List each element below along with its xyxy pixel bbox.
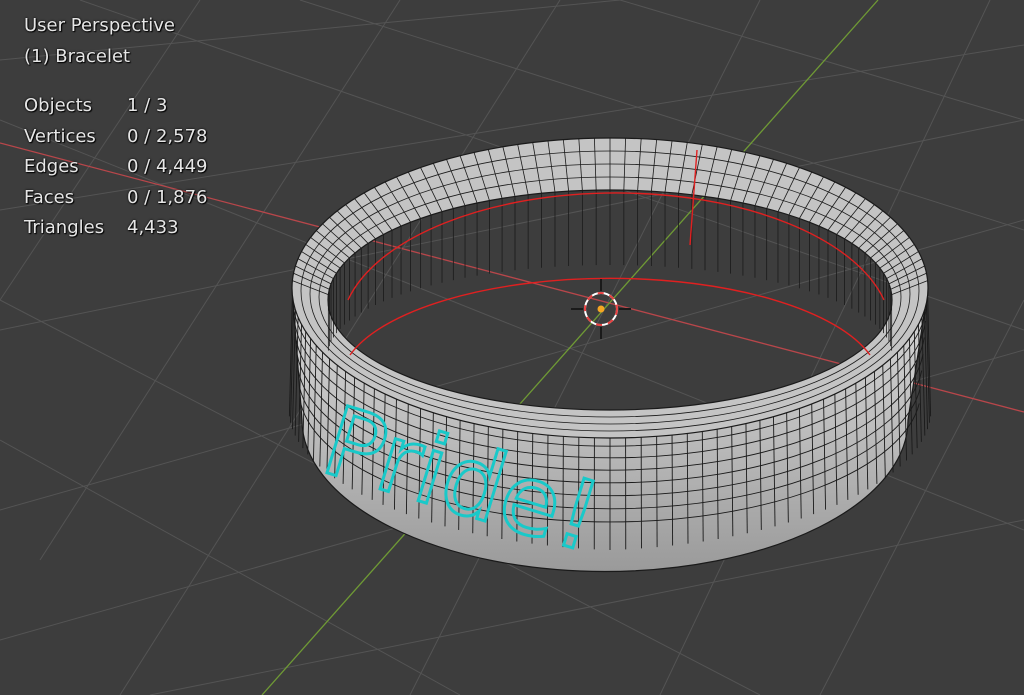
stat-value: 0 / 4,449 [127, 156, 208, 177]
grid-line [409, 0, 761, 695]
stat-row-vertices: Vertices 0 / 2,578 [24, 125, 208, 159]
statistics-overlay: Objects 1 / 3 Vertices 0 / 2,578 Edges 0… [24, 97, 208, 250]
stat-label: Triangles [24, 217, 105, 238]
stat-row-objects: Objects 1 / 3 [24, 97, 208, 128]
grid-line [659, 0, 991, 695]
seam-edge [349, 277, 871, 356]
stat-label: Vertices [24, 125, 96, 147]
stat-value: 1 / 3 [127, 95, 168, 116]
stat-label: Objects [24, 95, 93, 116]
perspective-label: User Perspective [24, 15, 175, 36]
stat-value: 4,433 [127, 217, 179, 238]
stat-value: 0 / 1,876 [127, 186, 208, 208]
stat-label: Faces [24, 186, 75, 208]
active-object-label: (1) Bracelet [24, 46, 131, 67]
stat-label: Edges [24, 156, 79, 177]
wire-edge [671, 435, 674, 546]
grid-line [619, 0, 1024, 121]
stat-value: 0 / 2,578 [127, 125, 208, 147]
stat-row-triangles: Triangles 4,433 [24, 219, 208, 250]
3d-viewport[interactable]: Pride! User Perspective (1) Bracelet Obj… [0, 0, 1024, 695]
stat-row-faces: Faces 0 / 1,876 [24, 186, 208, 220]
viewport-info: User Perspective (1) Bracelet [24, 17, 175, 79]
stat-row-edges: Edges 0 / 4,449 [24, 158, 208, 189]
object-origin-dot [597, 305, 605, 313]
bracelet-mesh[interactable]: Pride! [288, 137, 932, 576]
